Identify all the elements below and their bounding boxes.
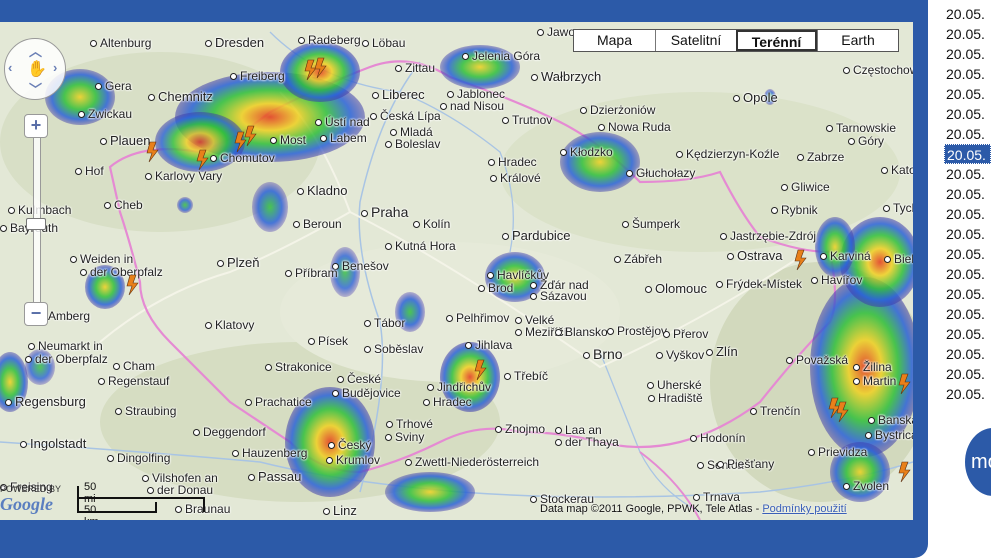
more-button[interactable]: mo — [965, 428, 991, 496]
timestamp-item[interactable]: 20.05. — [940, 264, 991, 284]
zoom-out-button[interactable]: − — [24, 302, 48, 326]
timestamp-item[interactable]: 20.05. — [940, 164, 991, 184]
zoom-in-button[interactable]: + — [24, 114, 48, 138]
pan-down-icon[interactable]: ﹀ — [29, 79, 42, 98]
timestamp-item[interactable]: 20.05. — [940, 224, 991, 244]
lightning-icon — [196, 149, 209, 171]
timestamp-list: 20.05. 20.05. 20.05. 20.05. 20.05. 20.05. 20.0… — [940, 4, 991, 404]
timestamp-item[interactable]: 20.05. — [940, 104, 991, 124]
timestamp-item[interactable]: 20.05. — [940, 44, 991, 64]
timestamp-item[interactable]: 20.05. — [944, 144, 991, 164]
map-type-control: Mapa Satelitní Terénní Earth — [573, 29, 899, 52]
lightning-markers — [126, 57, 911, 483]
timestamp-item[interactable]: 20.05. — [940, 4, 991, 24]
lightning-icon — [244, 125, 257, 147]
map-type-mapa[interactable]: Mapa — [574, 30, 655, 51]
timestamp-item[interactable]: 20.05. — [940, 24, 991, 44]
pan-control[interactable]: ︿ ﹀ ‹ › ✋ — [4, 38, 66, 100]
timestamp-item[interactable]: 20.05. — [940, 124, 991, 144]
timestamp-item[interactable]: 20.05. — [940, 284, 991, 304]
timestamp-item[interactable]: 20.05. — [940, 244, 991, 264]
lightning-icon — [304, 59, 317, 81]
google-logo[interactable]: POWERED BY Google — [0, 484, 61, 515]
pan-up-icon[interactable]: ︿ — [29, 41, 42, 60]
google-wordmark: Google — [0, 494, 53, 514]
map-frame-top — [0, 0, 928, 22]
lightning-icon — [314, 57, 327, 79]
timestamp-item[interactable]: 20.05. — [940, 84, 991, 104]
map-type-satelitni[interactable]: Satelitní — [655, 30, 736, 51]
timestamp-item[interactable]: 20.05. — [940, 64, 991, 84]
timestamp-item[interactable]: 20.05. — [940, 384, 991, 404]
timestamp-item[interactable]: 20.05. — [940, 364, 991, 384]
timestamp-item[interactable]: 20.05. — [940, 304, 991, 324]
terms-link[interactable]: Podmínky použití — [762, 503, 846, 515]
timestamp-item[interactable]: 20.05. — [940, 204, 991, 224]
lightning-icon — [474, 359, 487, 381]
lightning-icon — [836, 401, 849, 423]
attribution-text: Data map ©2011 Google, PPWK, Tele Atlas … — [540, 503, 763, 515]
timestamp-item[interactable]: 20.05. — [940, 344, 991, 364]
lightning-icon — [898, 461, 911, 483]
lightning-icon — [794, 249, 807, 271]
map-attribution: Data map ©2011 Google, PPWK, Tele Atlas … — [540, 503, 847, 515]
lightning-icon — [898, 373, 911, 395]
map-type-earth[interactable]: Earth — [817, 30, 898, 51]
pan-right-icon[interactable]: › — [53, 60, 57, 75]
lightning-icon — [146, 141, 159, 163]
powered-by-text: POWERED BY — [0, 484, 62, 494]
timestamp-item[interactable]: 20.05. — [940, 324, 991, 344]
timestamp-item[interactable]: 20.05. — [940, 184, 991, 204]
scale-imperial: 50 mi — [84, 481, 97, 505]
radar-map[interactable]: Dresden Altenburg Radeberg Löbau Zittau Jelen… — [0, 22, 913, 520]
hand-icon[interactable]: ✋ — [27, 59, 47, 79]
lightning-icon — [126, 274, 139, 296]
lightning-icon — [234, 131, 247, 153]
pan-left-icon[interactable]: ‹ — [8, 60, 12, 75]
zoom-slider-handle[interactable] — [26, 218, 46, 230]
scale-metric: 50 km — [84, 504, 99, 520]
map-type-terenni[interactable]: Terénní — [736, 30, 817, 51]
